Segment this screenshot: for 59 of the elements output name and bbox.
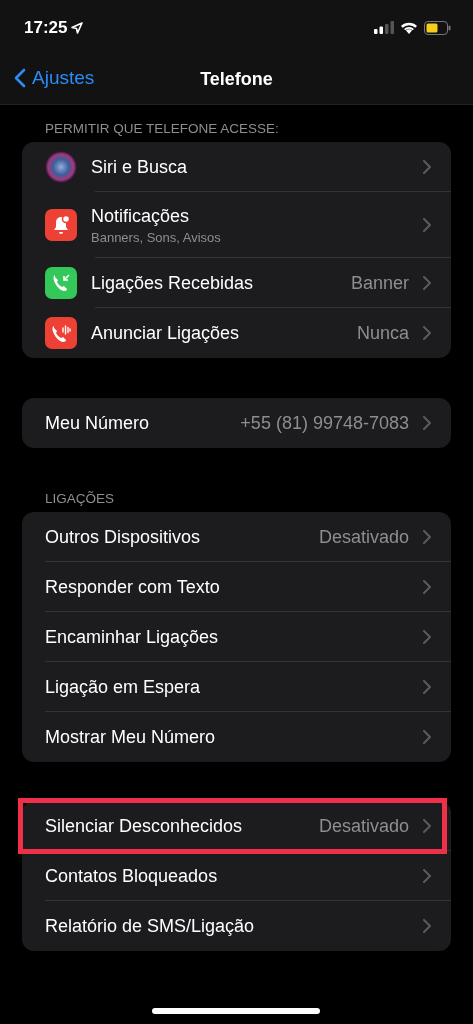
section-header: LIGAÇÕES bbox=[45, 491, 115, 506]
settings-row[interactable]: Outros Dispositivos Desativado bbox=[22, 512, 451, 562]
call-sound-icon bbox=[45, 317, 77, 349]
chevron-icon bbox=[423, 869, 431, 883]
battery-icon bbox=[424, 20, 451, 35]
chevron-icon bbox=[423, 580, 431, 594]
wifi-icon bbox=[400, 21, 418, 34]
settings-row[interactable]: Mostrar Meu Número bbox=[22, 712, 451, 762]
row-label: Anunciar Ligações bbox=[91, 322, 241, 344]
row-value: Banner bbox=[350, 272, 409, 294]
chevron-icon bbox=[423, 530, 431, 544]
settings-row[interactable]: Anunciar Ligações Nunca bbox=[22, 308, 451, 358]
row-label: Contatos Bloqueados bbox=[45, 865, 219, 887]
row-label: Ligações Recebidas bbox=[91, 272, 255, 294]
chevron-icon bbox=[423, 160, 431, 174]
settings-row[interactable]: Ligações Recebidas Banner bbox=[22, 258, 451, 308]
chevron-icon bbox=[423, 680, 431, 694]
siri-orb-icon bbox=[45, 151, 77, 183]
clock: 17:25 bbox=[24, 17, 68, 38]
row-label: Notificações bbox=[91, 205, 191, 227]
row-label: Meu Número bbox=[45, 412, 151, 434]
row-label: Responder com Texto bbox=[45, 576, 221, 598]
settings-row[interactable]: Contatos Bloqueados bbox=[22, 851, 451, 901]
chevron-icon bbox=[423, 416, 431, 430]
settings-row[interactable]: Responder com Texto bbox=[22, 562, 451, 612]
screen-title: Telefone bbox=[200, 69, 273, 90]
settings-row[interactable]: Siri e Busca bbox=[22, 142, 451, 192]
row-label: Outros Dispositivos bbox=[45, 526, 202, 548]
signal-icon bbox=[374, 21, 394, 34]
incoming-call-icon bbox=[45, 267, 77, 299]
chevron-icon bbox=[423, 819, 431, 833]
row-value: +55 (81) 99748-7083 bbox=[240, 412, 409, 434]
row-label: Silenciar Desconhecidos bbox=[45, 815, 244, 837]
chevron-icon bbox=[423, 276, 431, 290]
settings-row[interactable]: Relatório de SMS/Ligação bbox=[22, 901, 451, 951]
chevron-icon bbox=[423, 730, 431, 744]
chevron-icon bbox=[423, 326, 431, 340]
settings-row[interactable]: Encaminhar Ligações bbox=[22, 612, 451, 662]
row-label: Relatório de SMS/Ligação bbox=[45, 915, 256, 937]
chevron-icon bbox=[423, 218, 431, 232]
row-subtitle: Banners, Sons, Avisos bbox=[91, 229, 222, 245]
row-label: Mostrar Meu Número bbox=[45, 726, 217, 748]
settings-row[interactable]: Meu Número +55 (81) 99748-7083 bbox=[22, 398, 451, 448]
bell-icon bbox=[45, 209, 77, 241]
row-value: Desativado bbox=[318, 815, 409, 837]
row-label: Ligação em Espera bbox=[45, 676, 202, 698]
row-label: Encaminhar Ligações bbox=[45, 626, 220, 648]
row-value: Nunca bbox=[356, 322, 409, 344]
location-arrow-icon bbox=[71, 21, 84, 34]
settings-row[interactable]: Ligação em Espera bbox=[22, 662, 451, 712]
row-value: Desativado bbox=[318, 526, 409, 548]
settings-row[interactable]: Silenciar Desconhecidos Desativado bbox=[22, 801, 451, 851]
chevron-icon bbox=[423, 630, 431, 644]
back-chevron-icon bbox=[14, 68, 26, 88]
back-button[interactable]: Ajustes bbox=[12, 65, 97, 91]
row-label: Siri e Busca bbox=[91, 156, 189, 178]
settings-row[interactable]: Notificações Banners, Sons, Avisos bbox=[22, 192, 451, 258]
chevron-icon bbox=[423, 919, 431, 933]
section-header: PERMITIR QUE TELEFONE ACESSE: bbox=[45, 121, 279, 136]
